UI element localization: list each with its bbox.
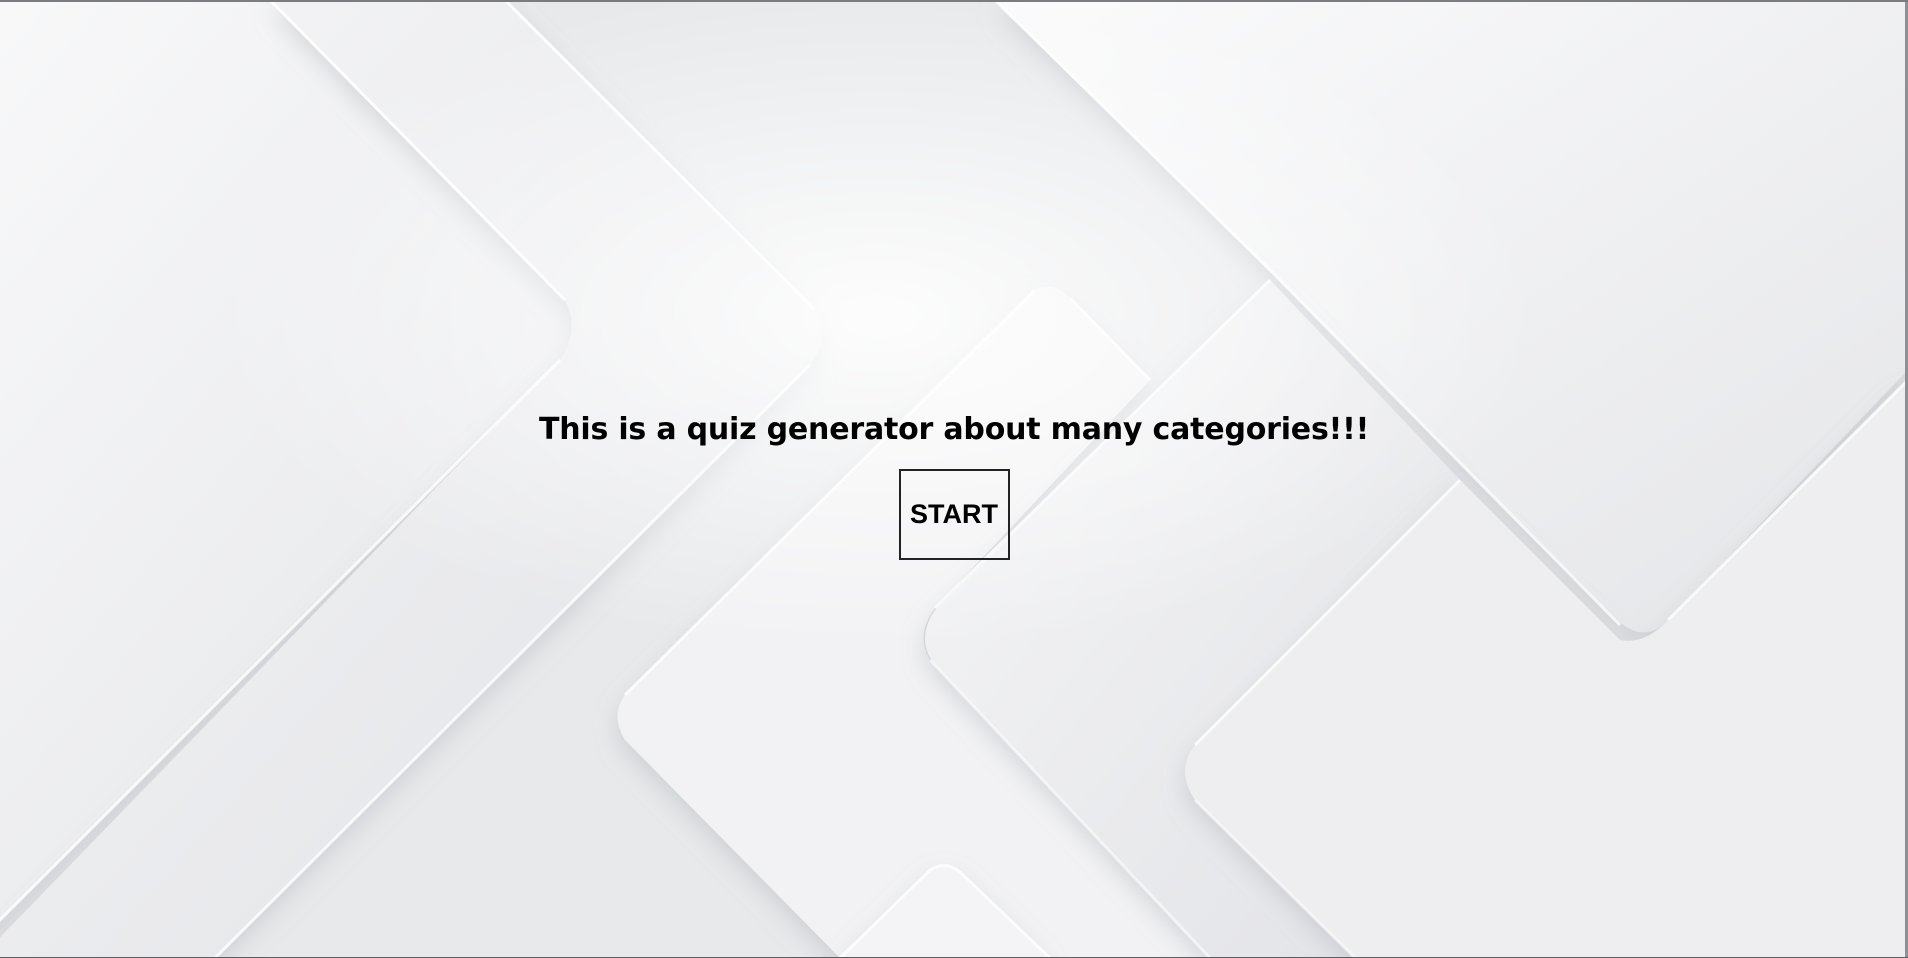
window-top-border bbox=[0, 0, 1908, 2]
page-title: This is a quiz generator about many cate… bbox=[538, 412, 1370, 447]
start-button[interactable]: START bbox=[898, 469, 1010, 560]
quiz-start-page: This is a quiz generator about many cate… bbox=[0, 0, 1908, 958]
hero-section: This is a quiz generator about many cate… bbox=[0, 412, 1908, 560]
